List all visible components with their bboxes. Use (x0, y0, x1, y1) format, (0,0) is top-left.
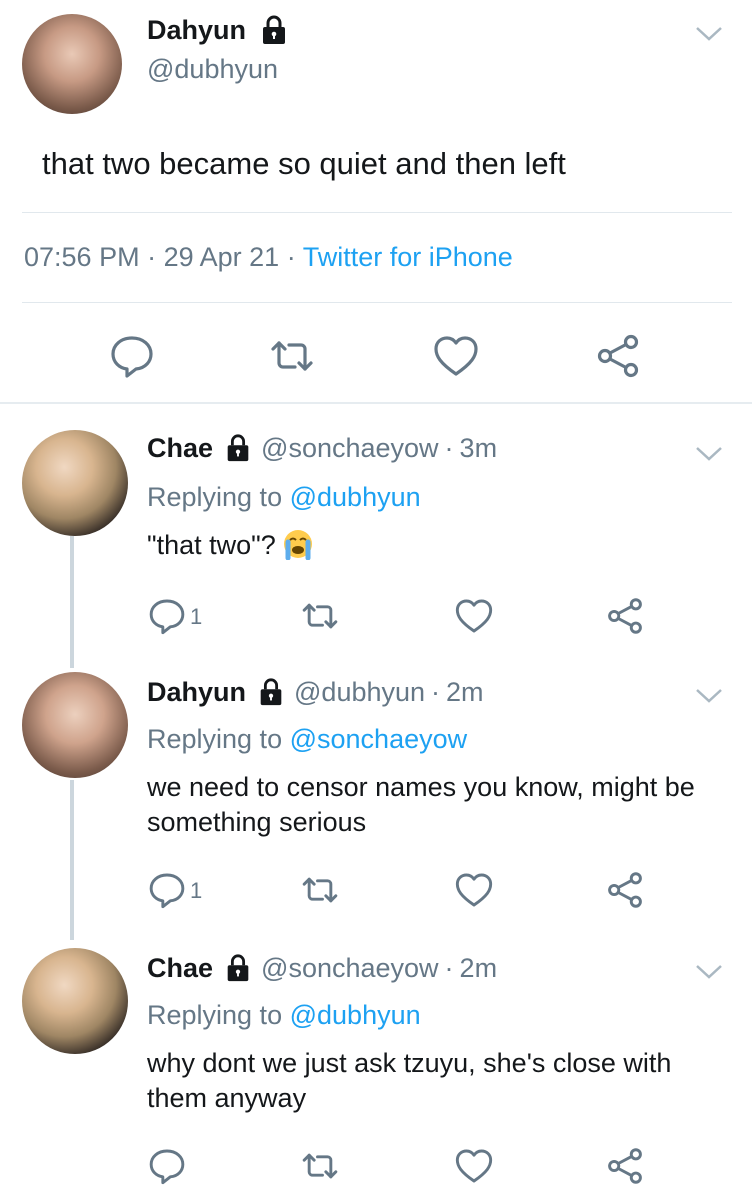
lock-icon (258, 14, 290, 46)
replying-to-link[interactable]: @dubhyun (290, 482, 421, 512)
share-icon[interactable] (605, 1146, 645, 1186)
handle[interactable]: @dubhyun (147, 54, 278, 85)
author-row: Dahyun (147, 12, 290, 48)
divider (22, 212, 732, 213)
share-icon[interactable] (605, 870, 645, 910)
divider (22, 302, 732, 303)
handle[interactable]: @dubhyun (294, 677, 425, 708)
avatar[interactable] (22, 430, 128, 536)
replying-to-link[interactable]: @sonchaeyow (290, 724, 468, 754)
retweet-icon[interactable] (300, 1146, 340, 1186)
reply-count: 1 (190, 604, 203, 629)
chevron-down-icon[interactable] (694, 24, 724, 44)
tweet-source-link[interactable]: Twitter for iPhone (303, 242, 513, 272)
separator: · (444, 952, 454, 983)
author-row: Chae @sonchaeyow · 3m (147, 430, 497, 466)
like-icon[interactable] (454, 1146, 494, 1186)
avatar[interactable] (22, 14, 122, 114)
like-icon[interactable] (454, 596, 494, 636)
reply-icon[interactable] (108, 332, 156, 380)
crying-face-icon (282, 528, 314, 561)
replying-to-link[interactable]: @dubhyun (290, 1000, 421, 1030)
share-icon[interactable] (594, 332, 642, 380)
reply-tweet: Dahyun @dubhyun · 2m Replying to @soncha… (0, 662, 752, 932)
reply-text: we need to censor names you know, might … (147, 772, 695, 837)
reply-icon[interactable] (147, 1146, 187, 1186)
reply-tweet: Chae @sonchaeyow · 2m Replying to @dubhy… (0, 940, 752, 1200)
separator: · (444, 432, 454, 463)
replying-label: Replying to (147, 1000, 283, 1030)
retweet-icon[interactable] (300, 596, 340, 636)
avatar[interactable] (22, 672, 128, 778)
retweet-icon[interactable] (268, 332, 316, 380)
replying-to: Replying to @dubhyun (147, 482, 421, 513)
display-name[interactable]: Chae (147, 953, 213, 984)
reply-age: 2m (459, 952, 498, 983)
handle[interactable]: @sonchaeyow (261, 953, 439, 984)
replying-label: Replying to (147, 724, 283, 754)
handle[interactable]: @sonchaeyow (261, 433, 439, 464)
reply-text: "that two"? (147, 530, 276, 560)
tweet-text: that two became so quiet and then left (42, 146, 566, 181)
author-row: Chae @sonchaeyow · 2m (147, 950, 497, 986)
separator: · (286, 242, 296, 272)
author-row: Dahyun @dubhyun · 2m (147, 674, 484, 710)
tweet-time: 07:56 PM (24, 242, 140, 272)
reply-count: 1 (190, 878, 203, 903)
tweet-meta: 07:56 PM · 29 Apr 21 · Twitter for iPhon… (24, 242, 513, 273)
share-icon[interactable] (605, 596, 645, 636)
reply-text: why dont we just ask tzuyu, she's close … (147, 1048, 672, 1113)
reply-icon[interactable] (147, 596, 187, 636)
reply-age: 2m (446, 676, 484, 707)
like-icon[interactable] (454, 870, 494, 910)
replying-to: Replying to @sonchaeyow (147, 724, 467, 755)
tweet-date: 29 Apr 21 (163, 242, 280, 272)
chevron-down-icon[interactable] (694, 962, 724, 982)
reply-age: 3m (459, 432, 498, 463)
main-tweet: Dahyun @dubhyun that two became so quiet… (0, 0, 752, 404)
replying-label: Replying to (147, 482, 283, 512)
separator: · (147, 242, 157, 272)
reply-tweet: Chae @sonchaeyow · 3m Replying to @dubhy… (0, 420, 752, 650)
replying-to: Replying to @dubhyun (147, 1000, 421, 1031)
avatar[interactable] (22, 948, 128, 1054)
lock-icon (256, 677, 286, 707)
chevron-down-icon[interactable] (694, 686, 724, 706)
chevron-down-icon[interactable] (694, 444, 724, 464)
display-name[interactable]: Chae (147, 433, 213, 464)
separator: · (431, 676, 441, 707)
display-name[interactable]: Dahyun (147, 15, 246, 46)
lock-icon (223, 433, 253, 463)
retweet-icon[interactable] (300, 870, 340, 910)
like-icon[interactable] (432, 332, 480, 380)
lock-icon (223, 953, 253, 983)
reply-text-row: "that two"? (147, 528, 727, 563)
reply-icon[interactable] (147, 870, 187, 910)
display-name[interactable]: Dahyun (147, 677, 246, 708)
